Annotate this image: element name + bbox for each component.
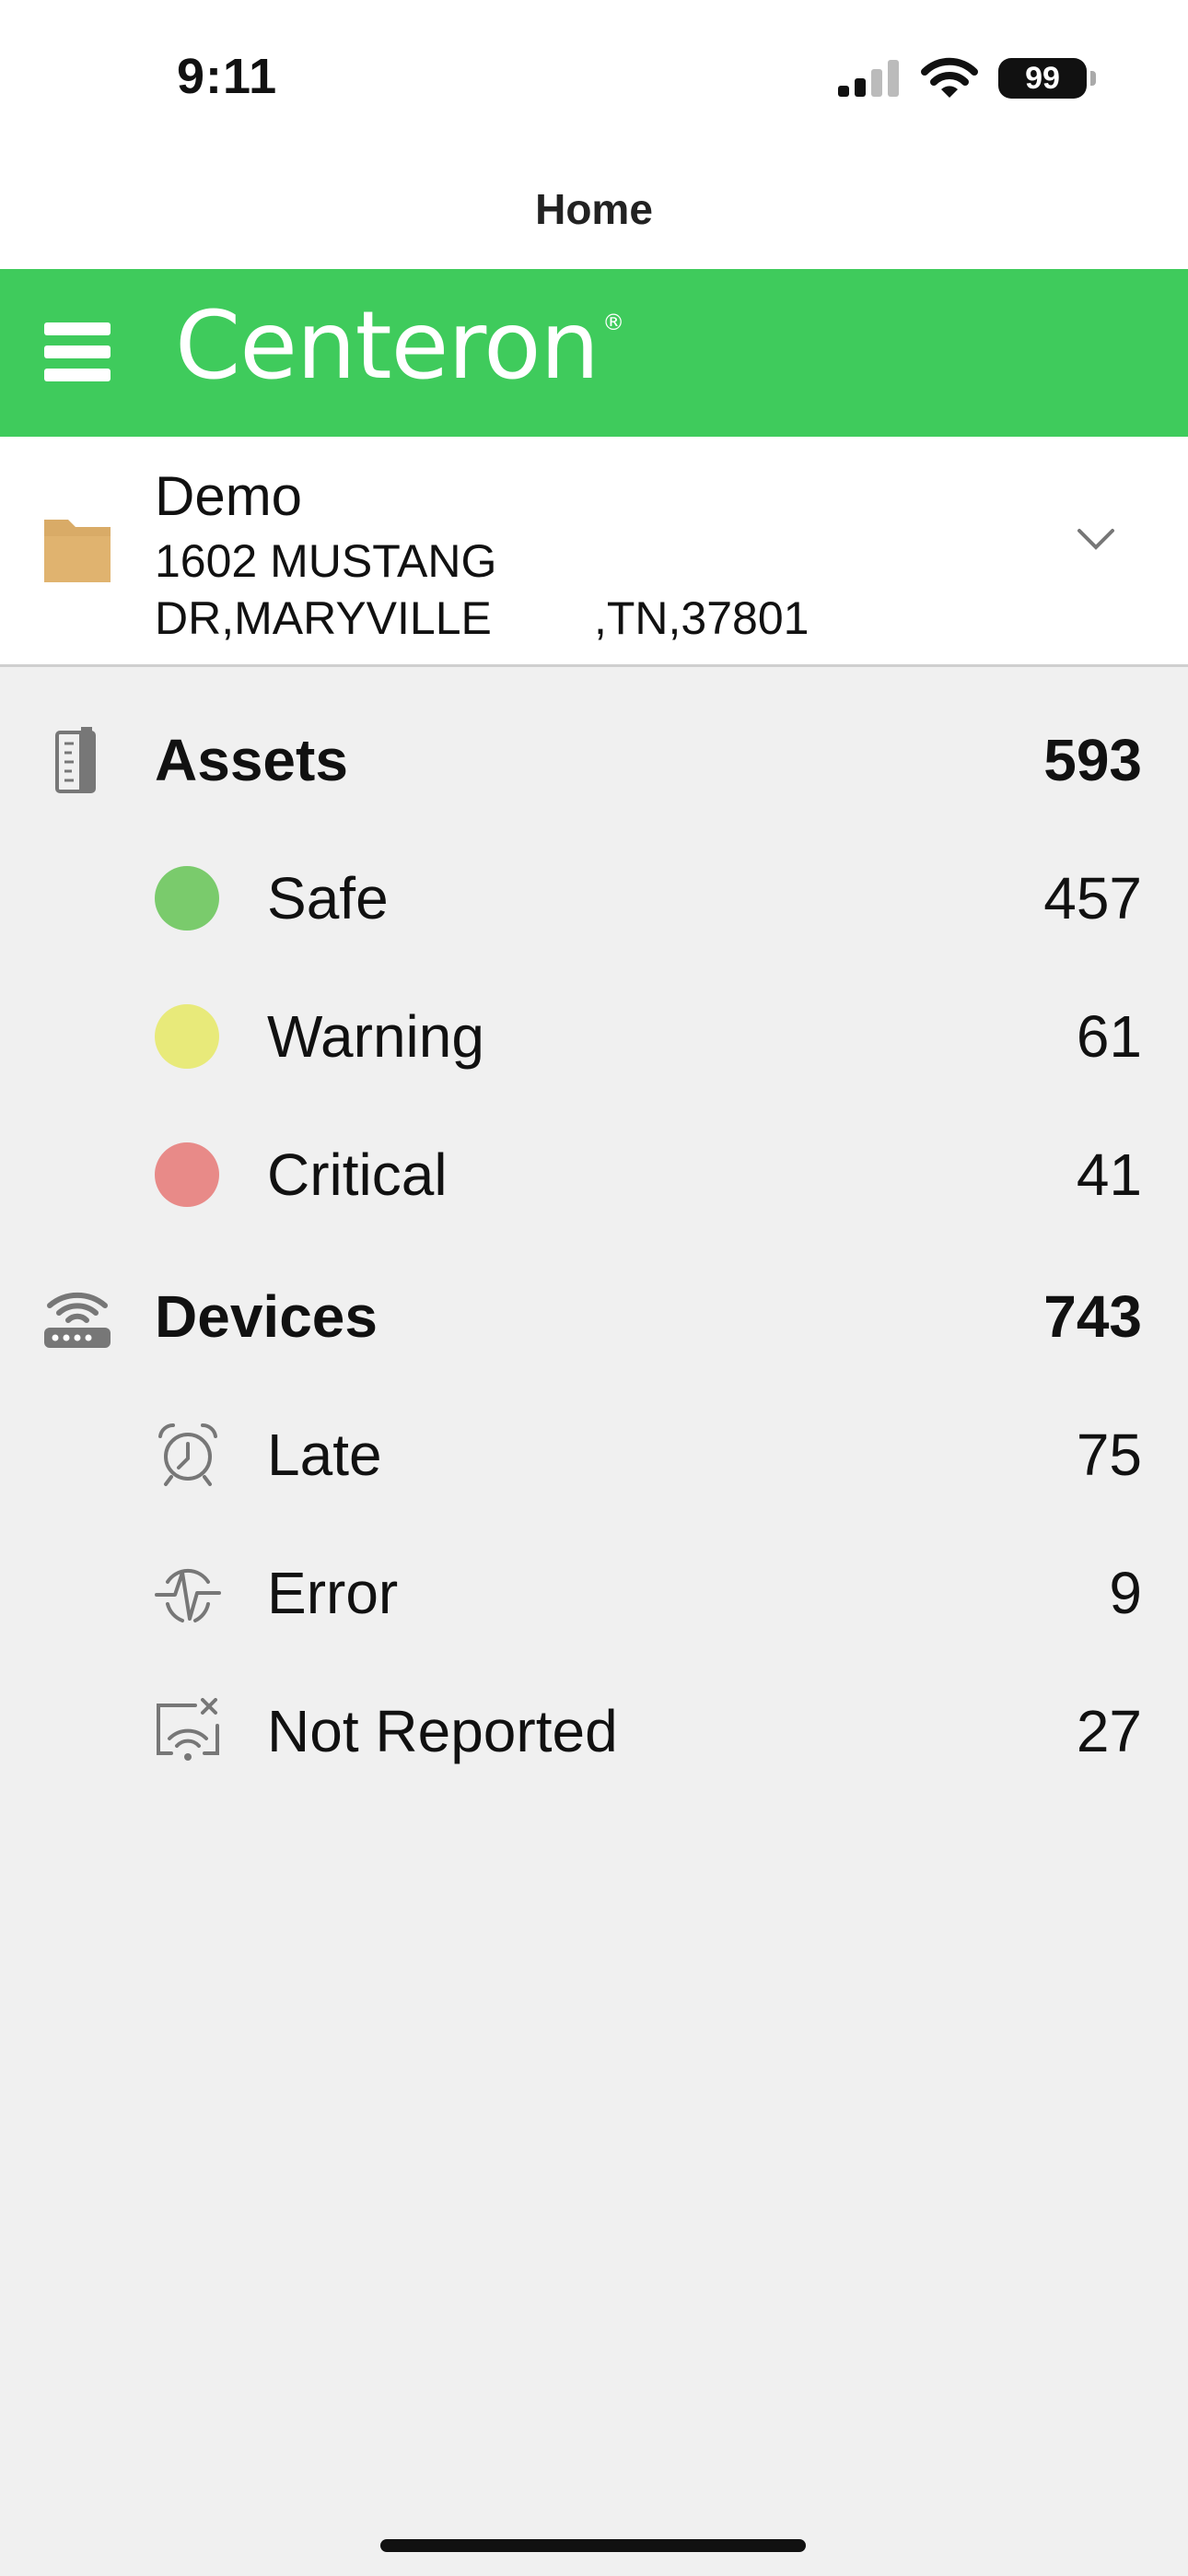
meter-icon bbox=[55, 727, 96, 793]
asset-status-row-safe[interactable]: Safe 457 bbox=[0, 829, 1188, 967]
pulse-error-icon bbox=[155, 1568, 221, 1622]
location-selector[interactable]: Demo 1602 MUSTANG DR,MARYVILLE ,TN,37801 bbox=[0, 437, 1188, 667]
hamburger-menu-icon[interactable] bbox=[44, 322, 111, 381]
status-bar: 9:11 99 bbox=[0, 0, 1188, 157]
error-count: 9 bbox=[1109, 1560, 1142, 1626]
warning-label: Warning bbox=[267, 1003, 484, 1070]
assets-label: Assets bbox=[155, 727, 348, 793]
wifi-off-icon bbox=[157, 1698, 219, 1761]
safe-label: Safe bbox=[267, 865, 389, 931]
assets-row[interactable]: Assets 593 bbox=[0, 691, 1188, 829]
asset-status-row-critical[interactable]: Critical 41 bbox=[0, 1106, 1188, 1244]
device-status-row-not-reported[interactable]: Not Reported 27 bbox=[0, 1662, 1188, 1800]
devices-count: 743 bbox=[1043, 1283, 1142, 1350]
page-title: Home bbox=[0, 157, 1188, 269]
location-name: Demo bbox=[155, 465, 303, 527]
late-label: Late bbox=[267, 1422, 382, 1488]
not-reported-label: Not Reported bbox=[267, 1698, 618, 1764]
chevron-down-icon[interactable] bbox=[1076, 527, 1116, 551]
location-address-line1: 1602 MUSTANG bbox=[155, 535, 497, 587]
alarm-clock-icon bbox=[158, 1423, 217, 1486]
wifi-icon bbox=[921, 57, 978, 98]
device-status-row-error[interactable]: Error 9 bbox=[0, 1524, 1188, 1662]
assets-count: 593 bbox=[1043, 727, 1142, 793]
warning-status-dot bbox=[155, 1004, 219, 1069]
asset-status-row-warning[interactable]: Warning 61 bbox=[0, 967, 1188, 1106]
centeron-logo: Centeron ® bbox=[175, 291, 624, 401]
status-time: 9:11 bbox=[177, 49, 278, 104]
warning-count: 61 bbox=[1076, 1003, 1142, 1070]
app-header: Centeron ® bbox=[0, 269, 1188, 437]
critical-status-dot bbox=[155, 1142, 219, 1207]
devices-row[interactable]: Devices 743 bbox=[0, 1247, 1188, 1386]
location-address-line2: DR,MARYVILLE ,TN,37801 bbox=[155, 592, 809, 644]
safe-count: 457 bbox=[1043, 865, 1142, 931]
critical-count: 41 bbox=[1076, 1142, 1142, 1208]
critical-label: Critical bbox=[267, 1142, 448, 1208]
home-indicator[interactable] bbox=[380, 2539, 806, 2552]
battery-icon: 99 bbox=[998, 58, 1096, 99]
devices-label: Devices bbox=[155, 1283, 378, 1350]
folder-icon bbox=[44, 520, 111, 582]
cellular-signal-icon bbox=[838, 60, 899, 97]
status-icons: 99 bbox=[836, 57, 1096, 100]
safe-status-dot bbox=[155, 866, 219, 931]
not-reported-count: 27 bbox=[1076, 1698, 1142, 1764]
error-label: Error bbox=[267, 1560, 399, 1626]
router-icon bbox=[44, 1292, 111, 1348]
device-status-row-late[interactable]: Late 75 bbox=[0, 1386, 1188, 1524]
late-count: 75 bbox=[1076, 1422, 1142, 1488]
